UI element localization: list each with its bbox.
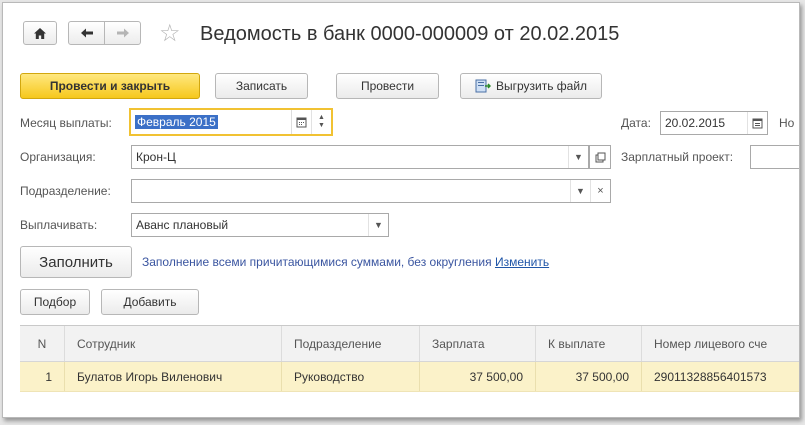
month-field[interactable]: Февраль 2015 ▲ ▼ [129, 108, 333, 136]
pay-type-value: Аванс плановый [136, 218, 229, 232]
organization-label: Организация: [20, 150, 96, 164]
page-title: Ведомость в банк 0000-000009 от 20.02.20… [200, 23, 620, 45]
stepper-down-icon[interactable]: ▼ [318, 122, 325, 130]
employees-table: N Сотрудник Подразделение Зарплата К вып… [20, 325, 799, 417]
table-header: N Сотрудник Подразделение Зарплата К вып… [20, 326, 799, 362]
table-row[interactable]: 1 Булатов Игорь Виленович Руководство 37… [20, 362, 799, 392]
row-employee: Булатов Игорь Виленович [65, 362, 282, 391]
row-number: 1 [20, 362, 65, 391]
organization-value: Крон-Ц [136, 150, 176, 164]
month-stepper[interactable]: ▲ ▼ [311, 110, 331, 134]
column-header-n[interactable]: N [20, 326, 65, 361]
month-label: Месяц выплаты: [20, 116, 112, 130]
star-icon[interactable]: ☆ [159, 21, 181, 47]
row-account: 29011328856401573 [654, 369, 767, 384]
document-window: ☆ Ведомость в банк 0000-000009 от 20.02.… [2, 2, 800, 418]
number-label: Но [779, 116, 795, 130]
date-value: 20.02.2015 [665, 116, 726, 130]
chevron-down-icon[interactable]: ▼ [568, 146, 588, 168]
row-department: Руководство [282, 362, 420, 391]
column-header-employee[interactable]: Сотрудник [65, 326, 282, 361]
home-button[interactable] [23, 21, 57, 45]
pay-type-select[interactable]: Аванс плановый ▼ [131, 213, 389, 237]
export-file-label: Выгрузить файл [495, 79, 588, 93]
back-button[interactable] [68, 21, 105, 45]
export-file-button[interactable]: Выгрузить файл [460, 73, 602, 99]
date-field[interactable]: 20.02.2015 [660, 111, 768, 135]
fill-button[interactable]: Заполнить [20, 246, 132, 278]
arrow-right-icon [116, 28, 129, 38]
column-header-account[interactable]: Номер лицевого сче [642, 326, 799, 361]
column-header-to-pay[interactable]: К выплате [536, 326, 642, 361]
salary-project-label: Зарплатный проект: [621, 150, 734, 164]
fill-info-text: Заполнение всеми причитающимися суммами,… [142, 255, 492, 269]
department-label: Подразделение: [20, 184, 111, 198]
department-field[interactable]: ▼ × [131, 179, 611, 203]
stepper-up-icon[interactable]: ▲ [318, 114, 325, 122]
chevron-down-icon[interactable]: ▼ [570, 180, 590, 202]
forward-button[interactable] [104, 21, 141, 45]
post-button[interactable]: Провести [336, 73, 439, 99]
date-label: Дата: [621, 116, 651, 130]
row-salary: 37 500,00 [420, 362, 536, 391]
change-link[interactable]: Изменить [495, 255, 549, 269]
column-header-salary[interactable]: Зарплата [420, 326, 536, 361]
open-icon [595, 152, 605, 162]
chevron-down-icon[interactable]: ▼ [368, 214, 388, 236]
clear-icon[interactable]: × [590, 180, 610, 202]
home-icon [34, 27, 46, 39]
pay-label: Выплачивать: [20, 218, 98, 232]
organization-field[interactable]: Крон-Ц ▼ [131, 145, 589, 169]
date-calendar-icon[interactable] [747, 112, 767, 134]
arrow-left-icon [80, 28, 93, 38]
post-and-close-button[interactable]: Провести и закрыть [20, 73, 200, 99]
select-button[interactable]: Подбор [20, 289, 90, 315]
column-header-department[interactable]: Подразделение [282, 326, 420, 361]
row-to-pay: 37 500,00 [536, 362, 642, 391]
salary-project-field[interactable] [750, 145, 799, 169]
add-button[interactable]: Добавить [101, 289, 199, 315]
export-icon [475, 79, 491, 93]
calendar-icon[interactable] [291, 110, 311, 134]
fill-info: Заполнение всеми причитающимися суммами,… [142, 255, 549, 269]
save-button[interactable]: Записать [215, 73, 308, 99]
open-organization-button[interactable] [589, 145, 611, 169]
month-value: Февраль 2015 [135, 115, 218, 129]
